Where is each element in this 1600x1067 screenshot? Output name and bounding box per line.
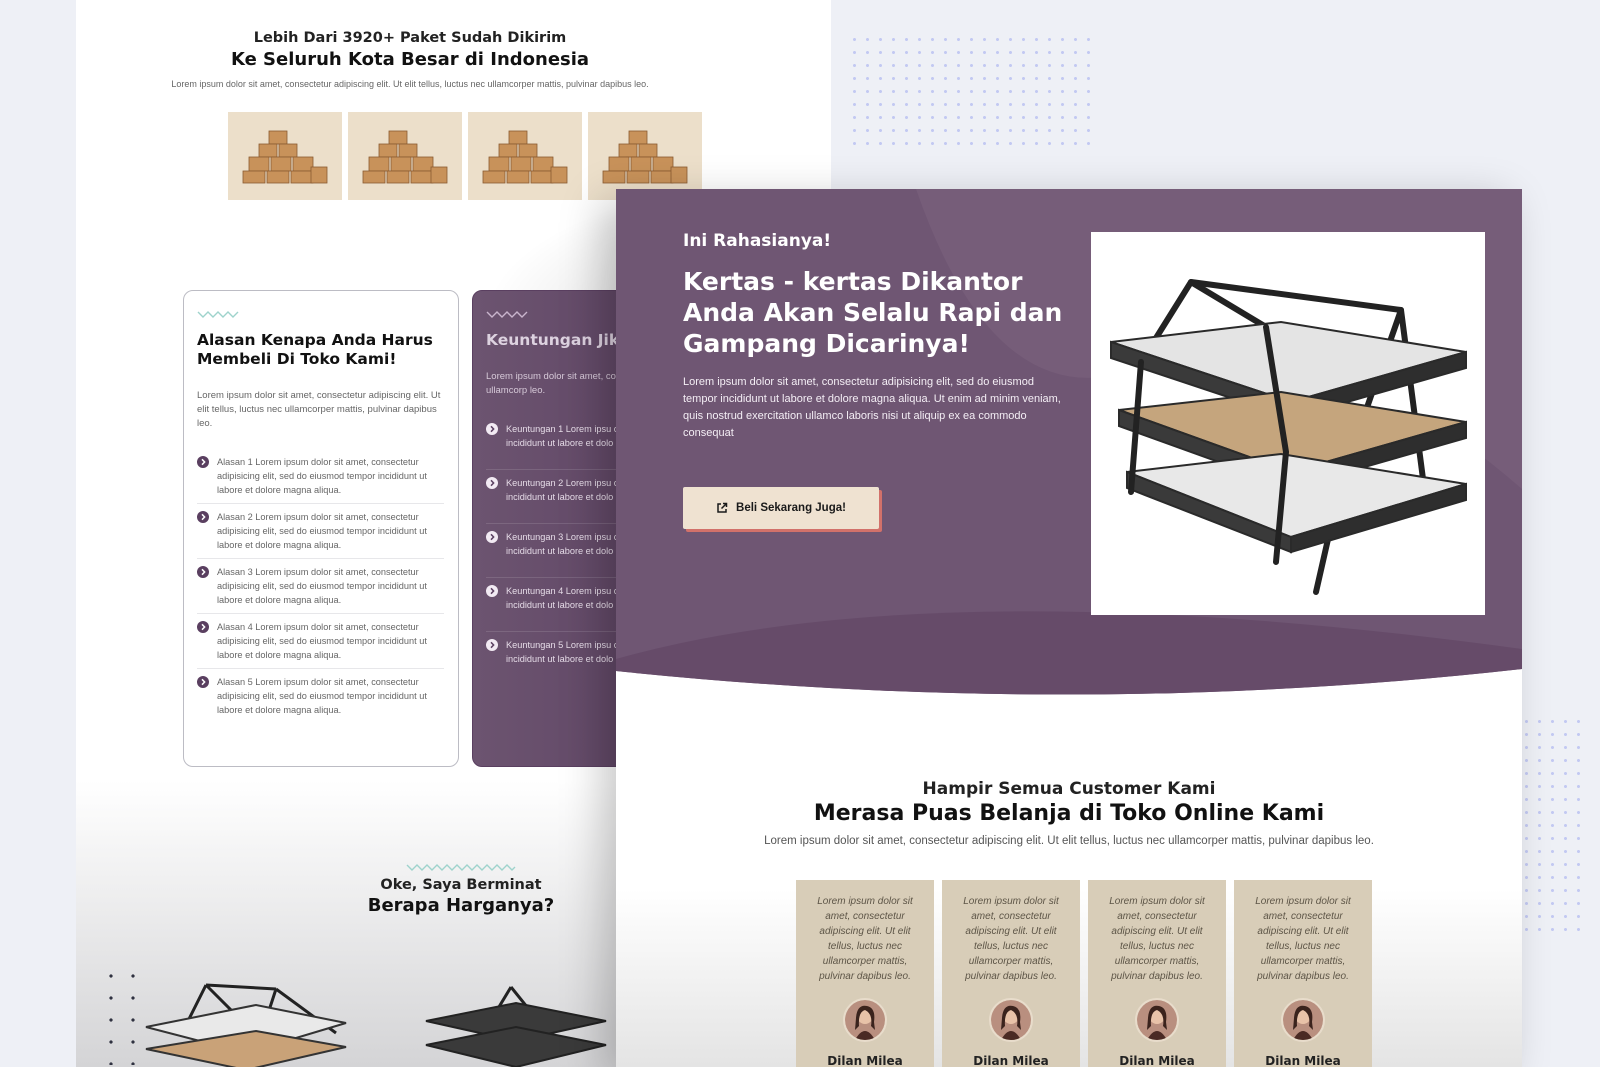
reason-text: Alasan 3 Lorem ipsum dolor sit amet, con… xyxy=(217,567,427,605)
chevron-circle-right-icon xyxy=(486,477,498,489)
satisfaction-description: Lorem ipsum dolor sit amet, consectetur … xyxy=(764,835,1374,847)
list-item: Alasan 2 Lorem ipsum dolor sit amet, con… xyxy=(197,504,444,559)
reasons-description: Lorem ipsum dolor sit amet, consectetur … xyxy=(197,390,441,429)
satisfaction-header: Hampir Semua Customer Kami Merasa Puas B… xyxy=(616,779,1522,847)
testimonial-name: Dilan Milea xyxy=(973,1054,1049,1067)
shipping-header: Lebih Dari 3920+ Paket Sudah Dikirim Ke … xyxy=(76,30,744,89)
chevron-circle-right-icon xyxy=(197,456,209,468)
reason-text: Alasan 2 Lorem ipsum dolor sit amet, con… xyxy=(217,512,427,550)
external-link-icon xyxy=(717,502,728,513)
chevron-circle-right-icon xyxy=(197,566,209,578)
reason-text: Alasan 4 Lorem ipsum dolor sit amet, con… xyxy=(217,622,427,660)
dot-pattern-decoration xyxy=(1520,715,1590,935)
hero-description: Lorem ipsum dolor sit amet, consectetur … xyxy=(683,376,1061,439)
dot-pattern-decoration xyxy=(100,965,140,1065)
testimonial-list: Lorem ipsum dolor sit amet, consectetur … xyxy=(796,880,1372,1067)
hero-kicker: Ini Rahasianya! xyxy=(683,231,832,251)
testimonial-card: Lorem ipsum dolor sit amet, consectetur … xyxy=(942,880,1080,1067)
testimonial-quote: Lorem ipsum dolor sit amet, consectetur … xyxy=(963,896,1059,982)
package-boxes-image xyxy=(588,112,702,200)
testimonial-card: Lorem ipsum dolor sit amet, consectetur … xyxy=(1088,880,1226,1067)
package-boxes-image xyxy=(468,112,582,200)
wave-decoration xyxy=(197,311,239,318)
shipping-title: Ke Seluruh Kota Besar di Indonesia xyxy=(230,49,590,70)
testimonial-name: Dilan Milea xyxy=(827,1054,903,1067)
list-item: Alasan 5 Lorem ipsum dolor sit amet, con… xyxy=(197,669,444,723)
testimonial-name: Dilan Milea xyxy=(1265,1054,1341,1067)
list-item: Alasan 4 Lorem ipsum dolor sit amet, con… xyxy=(197,614,444,669)
reasons-list: Alasan 1 Lorem ipsum dolor sit amet, con… xyxy=(197,449,444,723)
shipping-kicker: Lebih Dari 3920+ Paket Sudah Dikirim xyxy=(253,30,567,46)
chevron-circle-right-icon xyxy=(197,621,209,633)
package-boxes-image xyxy=(348,112,462,200)
buy-now-label: Beli Sekarang Juga! xyxy=(736,502,846,514)
front-page-preview: Ini Rahasianya! Kertas - kertas Dikantor… xyxy=(616,189,1522,1067)
hero-title: Kertas - kertas Dikantor Anda Akan Selal… xyxy=(683,267,1063,358)
testimonial-card: Lorem ipsum dolor sit amet, consectetur … xyxy=(796,880,934,1067)
wave-decoration xyxy=(486,311,528,318)
chevron-circle-right-icon xyxy=(197,511,209,523)
interest-title: Berapa Harganya? xyxy=(367,895,555,916)
avatar xyxy=(1281,998,1325,1042)
testimonial-name: Dilan Milea xyxy=(1119,1054,1195,1067)
reason-text: Alasan 5 Lorem ipsum dolor sit amet, con… xyxy=(217,677,427,715)
avatar xyxy=(1135,998,1179,1042)
interest-kicker: Oke, Saya Berminat xyxy=(380,877,542,893)
price-interest-heading: Oke, Saya Berminat Berapa Harganya? xyxy=(356,862,566,916)
reasons-title: Alasan Kenapa Anda Harus Membeli Di Toko… xyxy=(197,331,433,368)
testimonial-card: Lorem ipsum dolor sit amet, consectetur … xyxy=(1234,880,1372,1067)
testimonial-quote: Lorem ipsum dolor sit amet, consectetur … xyxy=(1109,896,1205,982)
buy-now-button[interactable]: Beli Sekarang Juga! xyxy=(683,487,879,529)
avatar xyxy=(989,998,1033,1042)
satisfaction-title: Merasa Puas Belanja di Toko Online Kami xyxy=(813,801,1325,826)
reason-text: Alasan 1 Lorem ipsum dolor sit amet, con… xyxy=(217,457,427,495)
testimonial-quote: Lorem ipsum dolor sit amet, consectetur … xyxy=(1255,896,1351,982)
shipping-description: Lorem ipsum dolor sit amet, consectetur … xyxy=(171,79,649,89)
dot-pattern-decoration xyxy=(848,33,1092,155)
chevron-circle-right-icon xyxy=(486,585,498,597)
wave-decoration xyxy=(406,864,516,871)
document-tray-product-image xyxy=(1091,232,1485,615)
testimonial-quote: Lorem ipsum dolor sit amet, consectetur … xyxy=(817,896,913,982)
satisfaction-kicker: Hampir Semua Customer Kami xyxy=(922,779,1216,799)
package-gallery xyxy=(228,112,702,200)
chevron-circle-right-icon xyxy=(486,423,498,435)
list-item: Alasan 1 Lorem ipsum dolor sit amet, con… xyxy=(197,449,444,504)
reasons-card: Alasan Kenapa Anda Harus Membeli Di Toko… xyxy=(183,290,459,767)
avatar xyxy=(843,998,887,1042)
package-boxes-image xyxy=(228,112,342,200)
list-item: Alasan 3 Lorem ipsum dolor sit amet, con… xyxy=(197,559,444,614)
chevron-circle-right-icon xyxy=(486,531,498,543)
tray-products-image xyxy=(145,983,607,1067)
chevron-circle-right-icon xyxy=(486,639,498,651)
chevron-circle-right-icon xyxy=(197,676,209,688)
